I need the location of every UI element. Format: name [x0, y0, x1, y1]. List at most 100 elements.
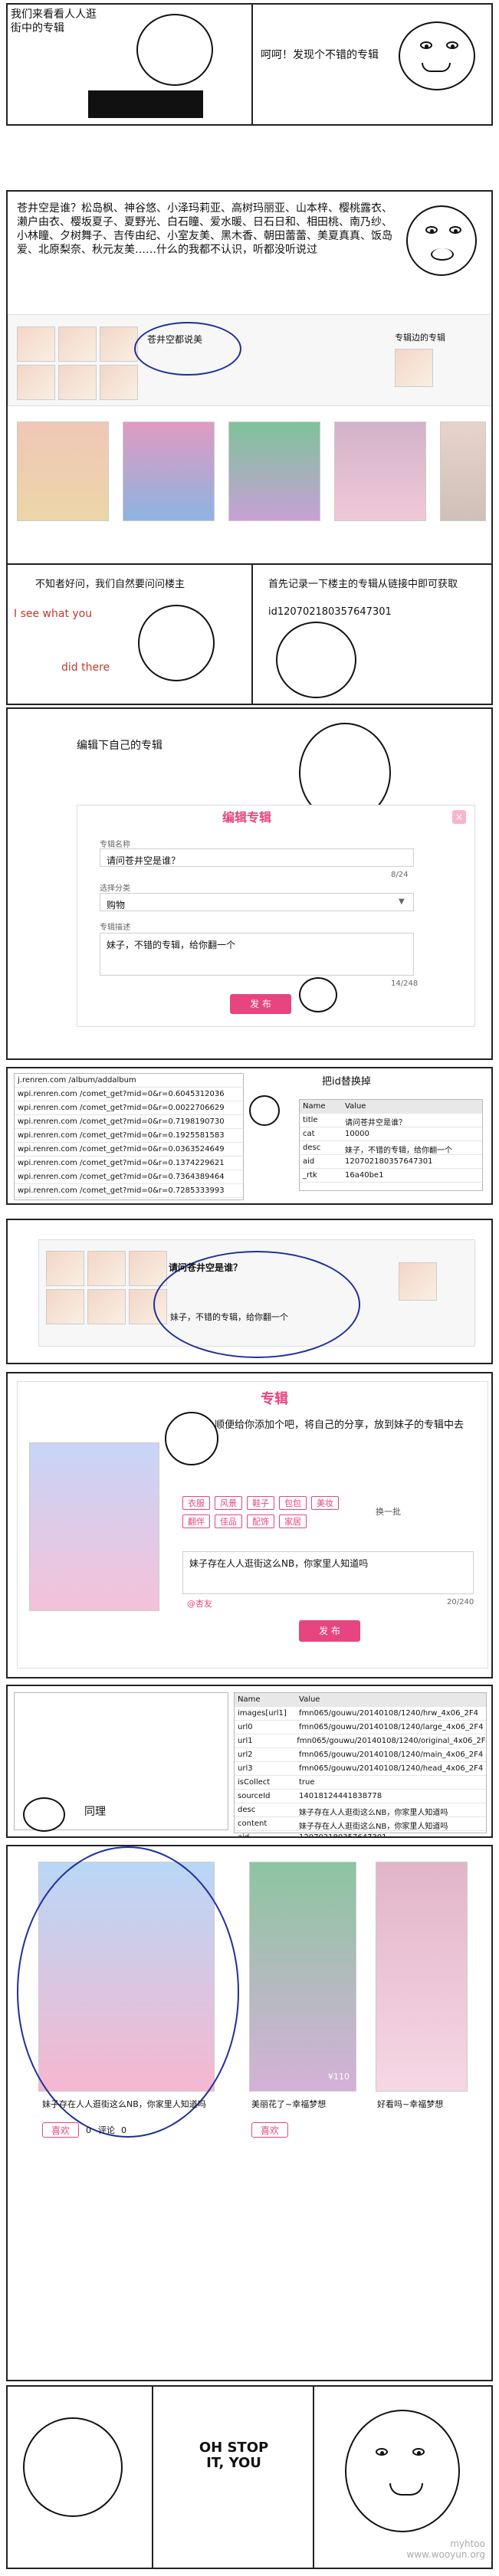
album-title-ring — [134, 322, 241, 376]
album-sub: 专辑边的专辑 — [395, 333, 445, 343]
request-list-row: wpi.renren.com /comet_get?mid=0&r=0.1374… — [15, 1157, 243, 1170]
share-modal-title: 专辑 — [261, 1391, 288, 1407]
album-thumb-1 — [17, 327, 55, 362]
table-row: isCollect true — [235, 1776, 486, 1790]
laughing-face — [23, 2417, 123, 2517]
panel5-text: 把id替换掉 — [322, 1076, 371, 1088]
request-list-row: wpi.renren.com /comet_get?mid=0&r=0.6045… — [15, 1088, 243, 1101]
panel4-text: 编辑下自己的专辑 — [77, 740, 163, 752]
desc-count: 14/248 — [391, 980, 419, 988]
form-params-table: Name Value title 请问苍井空是谁？ cat 10000 desc 妹子，… — [299, 1099, 483, 1191]
request-list-row: j.renren.com /album/addalbum — [15, 1074, 243, 1088]
tag-pill[interactable]: 家居 — [279, 1514, 307, 1528]
tag-pill[interactable]: 美妆 — [311, 1496, 339, 1510]
like-button-2[interactable]: 喜欢 — [251, 2122, 288, 2138]
dress-photo-6 — [249, 1862, 356, 2092]
change-batch-link[interactable]: 换一批 — [376, 1507, 401, 1518]
dress-photo-1 — [17, 422, 109, 521]
table-header-row: Name Value — [300, 1100, 482, 1114]
derp-face — [276, 622, 356, 698]
meme-text-2: did there — [61, 661, 110, 674]
album-side-thumb — [395, 349, 433, 387]
tag-pill[interactable]: 风景 — [215, 1496, 242, 1510]
comic-panel-8: 同理 Name Value images[url1] fmn065/gouwu/20… — [6, 1685, 493, 1838]
smirk-eye-left — [420, 41, 432, 49]
form-params-table-2: Name Value images[url1] fmn065/gouwu/20140… — [234, 1692, 487, 1836]
dress-photo-7 — [376, 1862, 468, 2092]
share-caption-field[interactable]: 妹子存在人人逛街这么NB，你家里人知道吗 — [182, 1551, 474, 1594]
request-list-row: wpi.renren.com /comet_get?mid=0&r=0.7285… — [15, 1184, 243, 1198]
modal-close-icon[interactable]: × — [452, 810, 466, 824]
panel8-text: 同理 — [84, 1806, 106, 1818]
album-thumb-2 — [58, 327, 97, 362]
album-thumb-5 — [58, 365, 97, 400]
submit-button-2[interactable]: 发 布 — [299, 1620, 360, 1642]
comic-panel-7: 专辑 顺便给你添加个吧，将自己的分享，放到妹子的专辑中去 衣服 风景 鞋子 包包… — [6, 1372, 493, 1679]
rage-face-1 — [136, 14, 213, 86]
tag-pill[interactable]: 翻伴 — [182, 1514, 210, 1528]
sly-face — [165, 1412, 218, 1465]
album-thumb-8 — [87, 1251, 126, 1286]
comic-panel-4: 编辑下自己的专辑 编辑专辑 × 专辑名称 请问苍井空是谁？ 8/24 选择分类 … — [6, 707, 493, 1060]
comic-panel-3: 不知者好问，我们自然要问问楼主 I see what you did there… — [6, 563, 493, 705]
desc-field[interactable]: 妹子，不错的专辑，给你翻一个 — [100, 933, 414, 976]
album-thumb-6 — [100, 365, 138, 400]
category-label: 选择分类 — [100, 884, 130, 893]
table-row: aid 120702180357647301 — [300, 1155, 482, 1169]
meme-text-1: I see what you — [14, 608, 93, 620]
request-list-row: wpi.renren.com /comet_get?mid=0&r=0.1925… — [15, 1129, 243, 1143]
album-thumb-7 — [46, 1251, 84, 1286]
rage-face-2 — [138, 605, 215, 681]
panel7-text: 顺便给你添加个吧，将自己的分享，放到妹子的专辑中去 — [215, 1419, 465, 1431]
smirk-eye-right — [446, 41, 458, 49]
watermark: myhtoo www.wooyun.org — [406, 2538, 485, 2560]
tag-pill[interactable]: 包包 — [279, 1496, 307, 1510]
table-row: title 请问苍井空是谁？ — [300, 1114, 482, 1127]
blushing-eye-right — [412, 2448, 425, 2456]
album-thumb-4 — [17, 365, 55, 400]
comic-panel-10: OH STOP IT, YOU myhtoo www.wooyun.org — [6, 2385, 493, 2569]
like-button[interactable]: 喜欢 — [42, 2122, 79, 2138]
share-caption: 妹子存在人人逛街这么NB，你家里人知道吗 — [42, 2099, 206, 2109]
table-row: aid 120702180357647301 — [235, 1831, 486, 1836]
share-ring — [17, 1846, 239, 2138]
request-list-row: wpi.renren.com /comet_get?mid=0&r=0.7198… — [15, 1115, 243, 1129]
dress-price: ¥110 — [328, 2072, 350, 2082]
smirk-face — [399, 21, 475, 90]
submit-button[interactable]: 发 布 — [230, 994, 291, 1014]
category-select[interactable]: 购物 — [100, 893, 414, 911]
chevron-down-icon: ▼ — [399, 897, 405, 906]
album-side-thumb-2 — [399, 1262, 437, 1301]
table-row: images[url1] fmn065/gouwu/20140108/1240/h… — [235, 1707, 486, 1721]
pointing-face — [299, 977, 337, 1012]
request-list-row: wpi.renren.com /comet_get?mid=0&r=0.0363… — [15, 1143, 243, 1157]
panel3-left-text: 不知者好问，我们自然要问问楼主 — [35, 579, 185, 590]
dress-photo-4 — [334, 422, 426, 521]
girl-photo-1 — [29, 1442, 159, 1611]
panel2-text: 苍井空是谁？松岛枫、神谷悠、小泽玛莉亚、高树玛丽亚、山本梓、樱桃露衣、濑户由衣、… — [17, 202, 392, 256]
comic-panel-9: 妹子存在人人逛街这么NB，你家里人知道吗 喜欢 0 评论 0 ¥110 美丽花了… — [6, 1845, 493, 2381]
request-list-row: wpi.renren.com /comet_get?mid=0&r=0.7364… — [15, 1170, 243, 1184]
album-name-field[interactable]: 请问苍井空是谁？ — [100, 848, 414, 867]
comic-cell-mid — [153, 2387, 314, 2568]
blushing-face — [345, 2410, 460, 2532]
album-thumb-10 — [46, 1289, 84, 1324]
request-list-row: wpi.renren.com /comet_get?mid=0&r=0.0022… — [15, 1101, 243, 1115]
comic-panel-2: 苍井空是谁？松岛枫、神谷悠、小泽玛莉亚、高树玛丽亚、山本梓、樱桃露衣、濑户由衣、… — [6, 190, 493, 589]
request-list: j.renren.com /album/addalbum wpi.renren.… — [14, 1073, 244, 1200]
tag-pill[interactable]: 衣服 — [182, 1496, 210, 1510]
caption-count: 20/240 — [447, 1598, 474, 1606]
table-row: url2 fmn065/gouwu/20140108/1240/main_4x06… — [235, 1748, 486, 1762]
panel1-left-text: 我们来看看人人逛街中的专辑 — [11, 8, 97, 34]
likes-count: 0 — [86, 2125, 91, 2135]
desc-label: 专辑描述 — [100, 924, 130, 932]
tag-pill[interactable]: 佳品 — [215, 1514, 242, 1528]
surprised-face — [406, 205, 477, 276]
keyboard-icon — [88, 90, 203, 118]
edit-modal-title: 编辑专辑 — [222, 810, 272, 825]
panel3-right-text: 首先记录一下楼主的专辑从链接中即可获取 — [268, 579, 458, 590]
tag-pill[interactable]: 配饰 — [247, 1514, 274, 1528]
album-title: 苍井空都说美 — [147, 334, 203, 345]
tag-pill[interactable]: 鞋子 — [247, 1496, 274, 1510]
table-row: url3 fmn065/gouwu/20140108/1240/head_4x06… — [235, 1762, 486, 1776]
